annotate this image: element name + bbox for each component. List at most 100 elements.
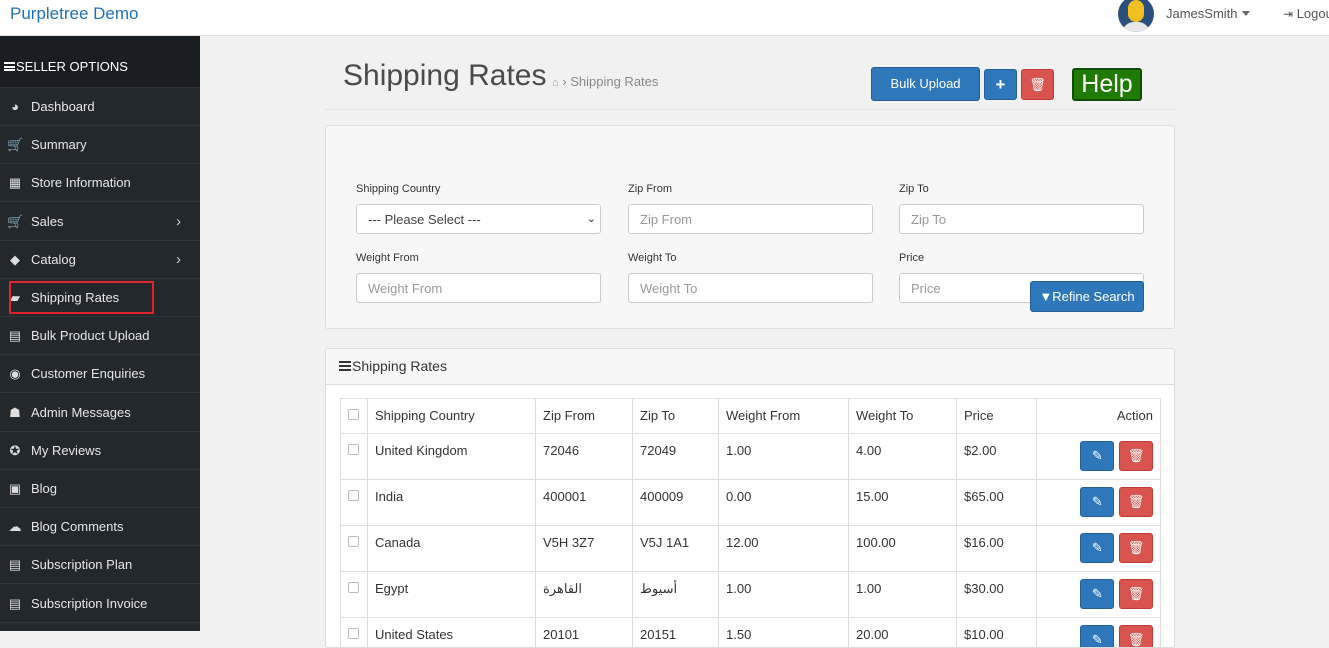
sidebar-item-store-information[interactable]: ▦Store Information: [0, 164, 200, 202]
table-cell: United Kingdom: [368, 434, 536, 480]
edit-button[interactable]: ✎: [1080, 579, 1114, 609]
breadcrumb-current[interactable]: Shipping Rates: [570, 74, 658, 89]
bulk-upload-button[interactable]: Bulk Upload: [871, 67, 980, 101]
sidebar-item-label: Bulk Product Upload: [31, 328, 150, 343]
table-cell: 4.00: [849, 434, 957, 480]
edit-button[interactable]: ✎: [1080, 441, 1114, 471]
invoice-icon: ▤: [7, 597, 23, 611]
delete-row-button[interactable]: 🗑: [1119, 487, 1153, 517]
avatar[interactable]: [1118, 0, 1154, 32]
sidebar-item-my-reviews[interactable]: ✪My Reviews: [0, 432, 200, 470]
sidebar-item-customer-enquiries[interactable]: ◉Customer Enquiries: [0, 355, 200, 393]
sidebar-item-admin-messages[interactable]: ☗ Admin Messages: [0, 394, 200, 432]
add-button[interactable]: +: [984, 69, 1017, 100]
sidebar-item-label: Sales: [31, 214, 64, 229]
table-cell: India: [368, 480, 536, 526]
shipping-country-label: Shipping Country: [356, 183, 440, 195]
sidebar-item-blog-comments[interactable]: ☁Blog Comments: [0, 508, 200, 546]
row-checkbox[interactable]: [348, 490, 359, 501]
action-cell: ✎ 🗑: [1037, 480, 1161, 526]
sidebar-item-subscription-plan[interactable]: ▤ Subscription Plan: [0, 546, 200, 584]
column-header[interactable]: Price: [957, 399, 1037, 434]
delete-button[interactable]: 🗑: [1021, 69, 1054, 100]
panel-heading: Shipping Rates: [326, 349, 1174, 385]
cart-icon: 🛒: [7, 215, 23, 229]
table-cell: United States: [368, 618, 536, 648]
help-button[interactable]: Help: [1072, 68, 1142, 101]
edit-button[interactable]: ✎: [1080, 533, 1114, 563]
table-header-row: Shipping Country Zip From Zip To Weight …: [341, 399, 1161, 434]
edit-button[interactable]: ✎: [1080, 487, 1114, 517]
sidebar-item-label: Subscription Plan: [31, 557, 132, 572]
sidebar-heading[interactable]: SELLER OPTIONS: [0, 36, 200, 88]
table-cell: 1.00: [719, 572, 849, 618]
column-header: Action: [1037, 399, 1161, 434]
chevron-down-icon: ⌄: [587, 212, 596, 225]
shipping-country-value: --- Please Select ---: [368, 212, 481, 227]
table-cell: Canada: [368, 526, 536, 572]
action-cell: ✎ 🗑: [1037, 434, 1161, 480]
delete-row-button[interactable]: 🗑: [1119, 441, 1153, 471]
column-header[interactable]: Zip To: [633, 399, 719, 434]
home-icon[interactable]: ⌂: [552, 77, 559, 89]
table-row: India4000014000090.0015.00$65.00✎ 🗑: [341, 480, 1161, 526]
sidebar: SELLER OPTIONS ◕Dashboard🛒Summary▦Store …: [0, 36, 200, 631]
row-checkbox[interactable]: [348, 582, 359, 593]
action-cell: ✎ 🗑: [1037, 618, 1161, 648]
username[interactable]: JamesSmith: [1166, 6, 1238, 21]
sidebar-item-subscription-invoice[interactable]: ▤ Subscription Invoice: [0, 585, 200, 623]
column-header[interactable]: Weight To: [849, 399, 957, 434]
user-message-icon: ☗: [7, 406, 23, 420]
row-select-cell: [341, 434, 368, 480]
table-cell: 72049: [633, 434, 719, 480]
zip-to-input[interactable]: Zip To: [899, 204, 1144, 234]
edit-button[interactable]: ✎: [1080, 625, 1114, 648]
weight-to-input[interactable]: Weight To: [628, 273, 873, 303]
sidebar-item-sales[interactable]: 🛒Sales›: [0, 203, 200, 241]
table-cell: 15.00: [849, 480, 957, 526]
sidebar-item-label: Admin Messages: [31, 405, 131, 420]
sidebar-item-blog[interactable]: ▣Blog: [0, 470, 200, 508]
refine-search-button[interactable]: ▼Refine Search: [1030, 281, 1144, 312]
sidebar-item-label: My Reviews: [31, 443, 101, 458]
filter-panel: Shipping Country --- Please Select ---⌄ …: [325, 125, 1175, 329]
table-row: Egyptالقاهرةأسيوط1.001.00$30.00✎ 🗑: [341, 572, 1161, 618]
table-cell: 12.00: [719, 526, 849, 572]
select-all-checkbox[interactable]: [348, 409, 359, 420]
sidebar-item-bulk-product-upload[interactable]: ▤Bulk Product Upload: [0, 317, 200, 355]
row-checkbox[interactable]: [348, 628, 359, 639]
blog-icon: ▣: [7, 482, 23, 496]
delete-row-button[interactable]: 🗑: [1119, 579, 1153, 609]
table-cell: V5J 1A1: [633, 526, 719, 572]
table-cell: 1.00: [849, 572, 957, 618]
table-cell: $16.00: [957, 526, 1037, 572]
zip-from-input[interactable]: Zip From: [628, 204, 873, 234]
weight-from-input[interactable]: Weight From: [356, 273, 601, 303]
logout-label: Logout: [1297, 6, 1329, 21]
sidebar-item-summary[interactable]: 🛒Summary: [0, 126, 200, 164]
row-select-cell: [341, 526, 368, 572]
sidebar-item-label: Dashboard: [31, 99, 95, 114]
table-row: United Kingdom72046720491.004.00$2.00✎ 🗑: [341, 434, 1161, 480]
table-cell: 400001: [536, 480, 633, 526]
logout-link[interactable]: ⇥ Logout: [1283, 6, 1329, 21]
sidebar-item-dashboard[interactable]: ◕Dashboard: [0, 88, 200, 126]
row-checkbox[interactable]: [348, 536, 359, 547]
column-header[interactable]: Zip From: [536, 399, 633, 434]
sidebar-item-label: Store Information: [31, 175, 131, 190]
column-header[interactable]: Shipping Country: [368, 399, 536, 434]
brand-name[interactable]: Purpletree Demo: [10, 4, 139, 24]
table-cell: 400009: [633, 480, 719, 526]
plan-icon: ▤: [7, 558, 23, 572]
chevron-right-icon: ›: [176, 251, 181, 268]
delete-row-button[interactable]: 🗑: [1119, 625, 1153, 648]
shipping-country-select[interactable]: --- Please Select --- ⌄: [356, 204, 601, 234]
sidebar-item-catalog[interactable]: ◆Catalog›: [0, 241, 200, 279]
sidebar-item-label: Subscription Invoice: [31, 596, 147, 611]
column-header[interactable]: Weight From: [719, 399, 849, 434]
delete-row-button[interactable]: 🗑: [1119, 533, 1153, 563]
row-checkbox[interactable]: [348, 444, 359, 455]
sidebar-item-label: Summary: [31, 137, 87, 152]
chevron-down-icon[interactable]: [1242, 11, 1250, 16]
trash-icon: 🗑: [1029, 77, 1046, 92]
